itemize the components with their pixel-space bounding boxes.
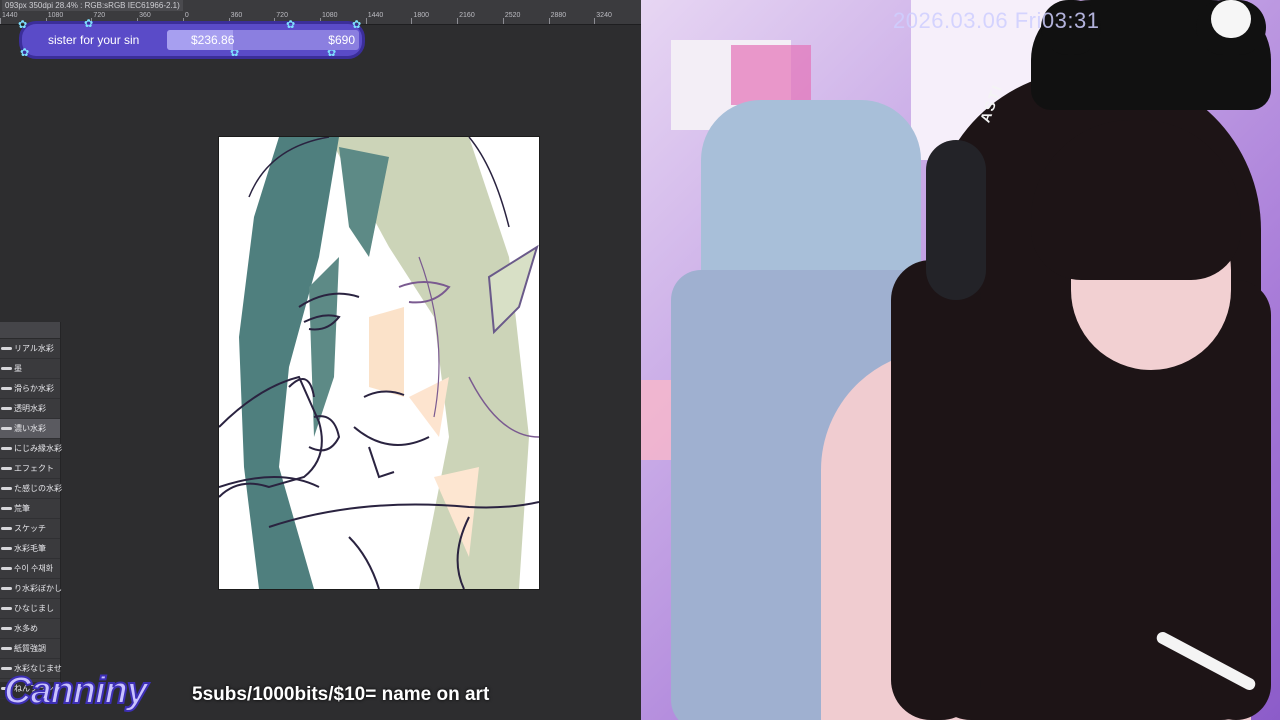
brush-stroke-icon bbox=[1, 487, 12, 490]
ruler-tick-mark bbox=[548, 18, 550, 24]
brush-item[interactable]: にじみ縁水彩 bbox=[0, 439, 62, 459]
ruler-tick-label: 0 bbox=[184, 12, 189, 19]
ruler-tick-label: 1080 bbox=[47, 12, 64, 19]
ruler-tick-label: 1080 bbox=[322, 12, 338, 19]
goal-target-amount: $690 bbox=[328, 33, 355, 47]
ruler-tick-label: 2520 bbox=[504, 12, 521, 19]
ruler-tick-label: 3240 bbox=[596, 12, 612, 19]
stream-tagline: 5subs/1000bits/$10= name on art bbox=[192, 684, 490, 705]
brush-stroke-icon bbox=[1, 547, 12, 550]
brush-panel-header bbox=[0, 322, 60, 339]
brush-stroke-icon bbox=[1, 347, 12, 350]
background-books bbox=[731, 45, 811, 105]
brush-label: 滑らか水彩 bbox=[14, 384, 54, 393]
ruler-tick-label: 2160 bbox=[459, 12, 475, 19]
stream-timestamp: 2026.03.06 Fri03:31 bbox=[893, 8, 1100, 33]
ruler-tick-label: 1800 bbox=[413, 12, 429, 19]
brush-item[interactable]: り水彩ぼかし bbox=[0, 579, 62, 599]
brush-label: 濃い水彩 bbox=[14, 424, 46, 433]
brush-stroke-icon bbox=[1, 427, 12, 430]
brush-item[interactable]: た感じの水彩 bbox=[0, 479, 62, 499]
brush-label: スケッチ bbox=[14, 524, 46, 533]
ruler-tick-mark bbox=[411, 18, 413, 24]
ruler-tick-label: 720 bbox=[93, 12, 106, 19]
brush-label: り水彩ぼかし bbox=[14, 584, 62, 593]
ruler-tick-mark bbox=[365, 18, 367, 24]
brush-item[interactable]: 滑らか水彩 bbox=[0, 379, 60, 399]
ruler-tick-label: 1440 bbox=[2, 12, 18, 19]
brush-item[interactable]: 透明水彩 bbox=[0, 399, 60, 419]
brush-list-panel: リアル水彩墨滑らか水彩透明水彩濃い水彩にじみ縁水彩 エフェクトた感じの水彩 荒筆スケ… bbox=[0, 322, 62, 699]
brush-stroke-icon bbox=[1, 567, 12, 570]
goal-progress-bar: $236.86 $690 bbox=[167, 30, 359, 50]
streamer-hair-left bbox=[891, 260, 981, 720]
brush-stroke-icon bbox=[1, 647, 12, 650]
brush-item[interactable]: 荒筆 bbox=[0, 499, 60, 519]
brush-label: た感じの水彩 bbox=[14, 484, 62, 493]
brush-item[interactable]: 水多め bbox=[0, 619, 60, 639]
brush-item[interactable]: リアル水彩 bbox=[0, 339, 60, 359]
brush-stroke-icon bbox=[1, 587, 12, 590]
top-ruler: 093px 350dpi 28.4% : RGB:sRGB IEC61966-2… bbox=[0, 0, 641, 25]
elf-sketch-artwork bbox=[218, 136, 540, 590]
brush-label: 墨 bbox=[14, 364, 22, 373]
brush-stroke-icon bbox=[1, 507, 12, 510]
brush-label: 수이 수채화 bbox=[14, 564, 54, 573]
document-info: 093px 350dpi 28.4% : RGB:sRGB IEC61966-2… bbox=[2, 0, 183, 11]
brush-label: エフェクト bbox=[14, 464, 54, 473]
brush-label: ひなじまし bbox=[14, 604, 54, 613]
brush-label: にじみ縁水彩 bbox=[14, 444, 62, 453]
brush-item[interactable]: 紙質強調 bbox=[0, 639, 60, 659]
cat-ear-inner bbox=[1211, 0, 1251, 38]
brush-stroke-icon bbox=[1, 407, 12, 410]
ruler-ticks: 1440 1080 720 360 0 360 720 1080 1440 1800 2160 252… bbox=[0, 12, 641, 24]
brush-label: 水多め bbox=[14, 624, 38, 633]
ruler-tick-mark bbox=[502, 18, 504, 24]
brush-stroke-icon bbox=[1, 527, 12, 530]
ruler-tick-mark bbox=[457, 18, 459, 24]
donation-goal-widget: ✿ ✿ ✿ ✿ ✿ ✿ ✿ sister for your sin $236.8… bbox=[18, 18, 362, 59]
ruler-tick-label: 1440 bbox=[367, 12, 384, 19]
brush-stroke-icon bbox=[1, 607, 12, 610]
webcam-feed: ASTI 2026.03.06 Fri03:31 bbox=[641, 0, 1280, 720]
streamer-logo: Canniny bbox=[3, 669, 149, 713]
brush-label: リアル水彩 bbox=[14, 344, 54, 353]
brush-item[interactable]: ひなじまし bbox=[0, 599, 60, 619]
brush-stroke-icon bbox=[1, 627, 12, 630]
ruler-tick-mark bbox=[0, 18, 1, 24]
goal-label: sister for your sin bbox=[48, 33, 140, 47]
drawing-canvas[interactable] bbox=[218, 136, 540, 590]
brush-item[interactable]: スケッチ bbox=[0, 519, 60, 539]
ruler-tick-label: 360 bbox=[139, 12, 151, 19]
brush-label: 紙質強調 bbox=[14, 644, 46, 653]
brush-item[interactable]: 墨 bbox=[0, 359, 60, 379]
star-icon: ✿ bbox=[18, 19, 28, 31]
brush-item[interactable]: エフェクト bbox=[0, 459, 60, 479]
brush-item[interactable]: 수이 수채화 bbox=[0, 559, 60, 579]
star-icon: ✿ bbox=[84, 18, 94, 30]
brush-item[interactable]: 濃い水彩 bbox=[0, 419, 60, 439]
streamer-hair-right bbox=[1201, 280, 1271, 720]
brush-stroke-icon bbox=[1, 387, 12, 390]
ruler-tick-mark bbox=[594, 18, 596, 24]
brush-stroke-icon bbox=[1, 367, 12, 370]
brush-label: 荒筆 bbox=[14, 504, 30, 513]
goal-current-amount: $236.86 bbox=[191, 33, 235, 47]
ruler-tick-label: 360 bbox=[230, 12, 243, 19]
drawing-app-panel: 093px 350dpi 28.4% : RGB:sRGB IEC61966-2… bbox=[0, 0, 641, 720]
brush-item[interactable]: 水彩毛筆 bbox=[0, 539, 60, 559]
brush-label: 透明水彩 bbox=[14, 404, 46, 413]
star-icon: ✿ bbox=[20, 47, 30, 59]
ruler-tick-label: 2880 bbox=[550, 12, 567, 19]
headset bbox=[926, 140, 986, 300]
brush-label: 水彩毛筆 bbox=[14, 544, 46, 553]
brush-list: リアル水彩墨滑らか水彩透明水彩濃い水彩にじみ縁水彩 エフェクトた感じの水彩 荒筆スケ… bbox=[0, 339, 62, 699]
brush-stroke-icon bbox=[1, 467, 12, 470]
brush-stroke-icon bbox=[1, 447, 12, 450]
